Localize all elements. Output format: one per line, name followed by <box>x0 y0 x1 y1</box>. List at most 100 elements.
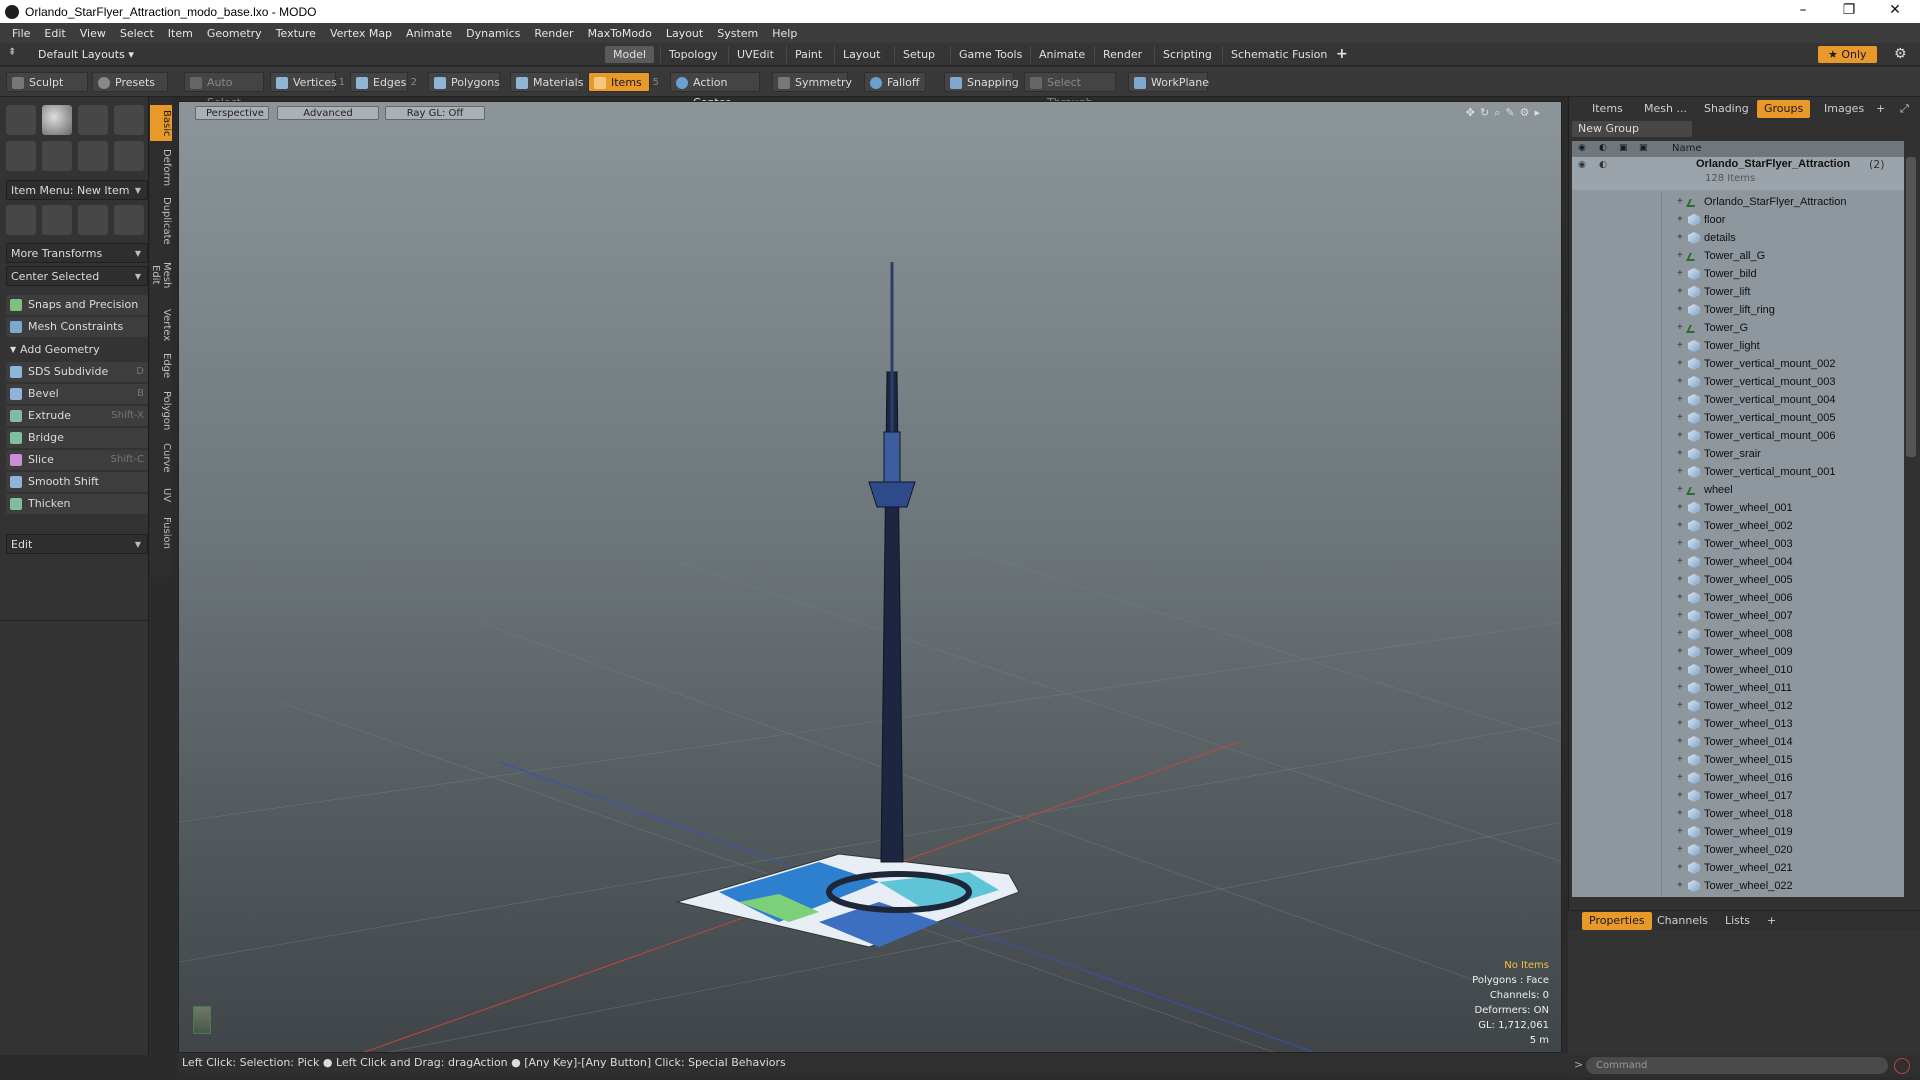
tab-scripting[interactable]: Scripting <box>1154 46 1220 63</box>
visibility-columns[interactable] <box>1572 247 1662 265</box>
tree-item-row[interactable]: + wheel <box>1572 481 1904 499</box>
new-group-button[interactable]: New Group <box>1572 121 1692 137</box>
tree-item-row[interactable]: + Tower_wheel_008 <box>1572 625 1904 643</box>
visibility-columns[interactable] <box>1572 643 1662 661</box>
menu-vertex-map[interactable]: Vertex Map <box>330 27 392 40</box>
menu-geometry[interactable]: Geometry <box>207 27 262 40</box>
visibility-columns[interactable] <box>1572 553 1662 571</box>
rotate-tool-icon[interactable] <box>42 205 72 235</box>
expand-icon[interactable]: + <box>1677 697 1683 715</box>
materials-button[interactable]: Materials <box>510 72 583 92</box>
torus-icon[interactable] <box>6 141 36 171</box>
expand-icon[interactable]: + <box>1677 355 1683 373</box>
tree-item-row[interactable]: + Tower_vertical_mount_004 <box>1572 391 1904 409</box>
more-transforms-dropdown[interactable]: More Transforms ▼ <box>6 243 148 263</box>
expand-icon[interactable]: + <box>1677 373 1683 391</box>
expand-icon[interactable]: + <box>1677 643 1683 661</box>
vtab-duplicate[interactable]: Duplicate <box>150 193 172 245</box>
visibility-columns[interactable] <box>1572 427 1662 445</box>
tree-item-row[interactable]: + Tower_wheel_012 <box>1572 697 1904 715</box>
curve-icon[interactable] <box>42 141 72 171</box>
center-selected-dropdown[interactable]: Center Selected ▼ <box>6 266 148 286</box>
visibility-columns[interactable] <box>1572 571 1662 589</box>
visibility-columns[interactable] <box>1572 373 1662 391</box>
tab-lists[interactable]: Lists <box>1718 912 1757 930</box>
smooth-shift-button[interactable]: Smooth Shift <box>6 472 148 492</box>
visibility-columns[interactable] <box>1572 445 1662 463</box>
visibility-columns[interactable] <box>1572 589 1662 607</box>
move-tool-icon[interactable] <box>6 205 36 235</box>
expand-icon[interactable]: + <box>1677 859 1683 877</box>
sculpt-button[interactable]: Sculpt <box>6 72 88 92</box>
add-tab-icon[interactable]: + <box>1760 912 1783 930</box>
visibility-columns[interactable] <box>1572 355 1662 373</box>
expand-icon[interactable]: + <box>1677 247 1683 265</box>
cylinder-icon[interactable] <box>78 105 108 135</box>
menu-dynamics[interactable]: Dynamics <box>466 27 520 40</box>
tab-topology[interactable]: Topology <box>660 46 726 63</box>
tab-properties[interactable]: Properties <box>1582 912 1652 930</box>
expand-icon[interactable]: + <box>1677 337 1683 355</box>
tree-item-row[interactable]: + Tower_wheel_020 <box>1572 841 1904 859</box>
action-center-button[interactable]: Action Center <box>670 72 760 109</box>
mesh-constraints-button[interactable]: Mesh Constraints <box>6 317 148 337</box>
select-through-button[interactable]: Select Through <box>1024 72 1116 109</box>
only-toggle[interactable]: ★ Only <box>1818 46 1877 63</box>
menu-edit[interactable]: Edit <box>44 27 65 40</box>
tree-item-row[interactable]: + Tower_wheel_010 <box>1572 661 1904 679</box>
symmetry-button[interactable]: Symmetry <box>772 72 852 92</box>
vtab-uv[interactable]: UV <box>150 481 172 509</box>
vtab-basic[interactable]: Basic <box>150 105 172 141</box>
visibility-columns[interactable] <box>1572 859 1662 877</box>
visibility-columns[interactable] <box>1572 697 1662 715</box>
polygons-button[interactable]: Polygons <box>428 72 500 92</box>
visibility-columns[interactable] <box>1572 661 1662 679</box>
vtab-edge[interactable]: Edge <box>150 349 172 383</box>
bevel-button[interactable]: Bevel B <box>6 384 148 404</box>
lock-icon[interactable]: ▣ <box>1619 143 1628 153</box>
tab-schematic-fusion[interactable]: Schematic Fusion <box>1222 46 1335 63</box>
expand-icon[interactable]: + <box>1677 751 1683 769</box>
render-icon[interactable]: ◐ <box>1599 160 1607 170</box>
tab-groups[interactable]: Groups <box>1757 100 1811 118</box>
3d-viewport[interactable]: Perspective Advanced Ray GL: Off ✥↻⌕✎⚙▸ <box>178 101 1562 1053</box>
tab-shading[interactable]: Shading <box>1697 100 1756 118</box>
tree-item-row[interactable]: + Tower_wheel_006 <box>1572 589 1904 607</box>
visibility-columns[interactable] <box>1572 787 1662 805</box>
workplane-button[interactable]: WorkPlane <box>1128 72 1209 92</box>
tree-item-row[interactable]: + Tower_wheel_004 <box>1572 553 1904 571</box>
command-input[interactable]: Command <box>1586 1057 1888 1074</box>
visibility-columns[interactable] <box>1572 193 1662 211</box>
tree-item-row[interactable]: + Tower_vertical_mount_006 <box>1572 427 1904 445</box>
visibility-columns[interactable] <box>1572 877 1662 895</box>
expand-icon[interactable]: + <box>1677 679 1683 697</box>
expand-icon[interactable]: + <box>1677 481 1683 499</box>
visibility-columns[interactable] <box>1572 337 1662 355</box>
tree-item-row[interactable]: + Tower_bild <box>1572 265 1904 283</box>
vtab-polygon[interactable]: Polygon <box>150 387 172 435</box>
menu-maxtomodo[interactable]: MaxToModo <box>588 27 652 40</box>
expand-icon[interactable]: + <box>1677 463 1683 481</box>
visibility-columns[interactable] <box>1572 841 1662 859</box>
expand-icon[interactable]: + <box>1677 193 1683 211</box>
expand-icon[interactable]: + <box>1677 733 1683 751</box>
default-layouts-dropdown[interactable]: Default Layouts ▾ <box>38 46 134 63</box>
visibility-columns[interactable] <box>1572 499 1662 517</box>
menu-view[interactable]: View <box>80 27 106 40</box>
menu-texture[interactable]: Texture <box>276 27 316 40</box>
vtab-vertex[interactable]: Vertex <box>150 305 172 345</box>
tree-item-row[interactable]: + details <box>1572 229 1904 247</box>
tree-item-row[interactable]: + floor <box>1572 211 1904 229</box>
expand-icon[interactable]: + <box>1677 787 1683 805</box>
expand-icon[interactable]: + <box>1677 805 1683 823</box>
expand-icon[interactable]: + <box>1677 265 1683 283</box>
expand-icon[interactable]: + <box>1677 769 1683 787</box>
edges-button[interactable]: Edges 2 <box>350 72 417 92</box>
sphere-icon[interactable] <box>42 105 72 135</box>
add-tab-icon[interactable]: + <box>1869 100 1892 118</box>
visibility-columns[interactable] <box>1572 301 1662 319</box>
visibility-columns[interactable] <box>1572 733 1662 751</box>
menu-select[interactable]: Select <box>120 27 154 40</box>
tree-item-row[interactable]: + Tower_wheel_007 <box>1572 607 1904 625</box>
transform-tool-icon[interactable] <box>114 205 144 235</box>
